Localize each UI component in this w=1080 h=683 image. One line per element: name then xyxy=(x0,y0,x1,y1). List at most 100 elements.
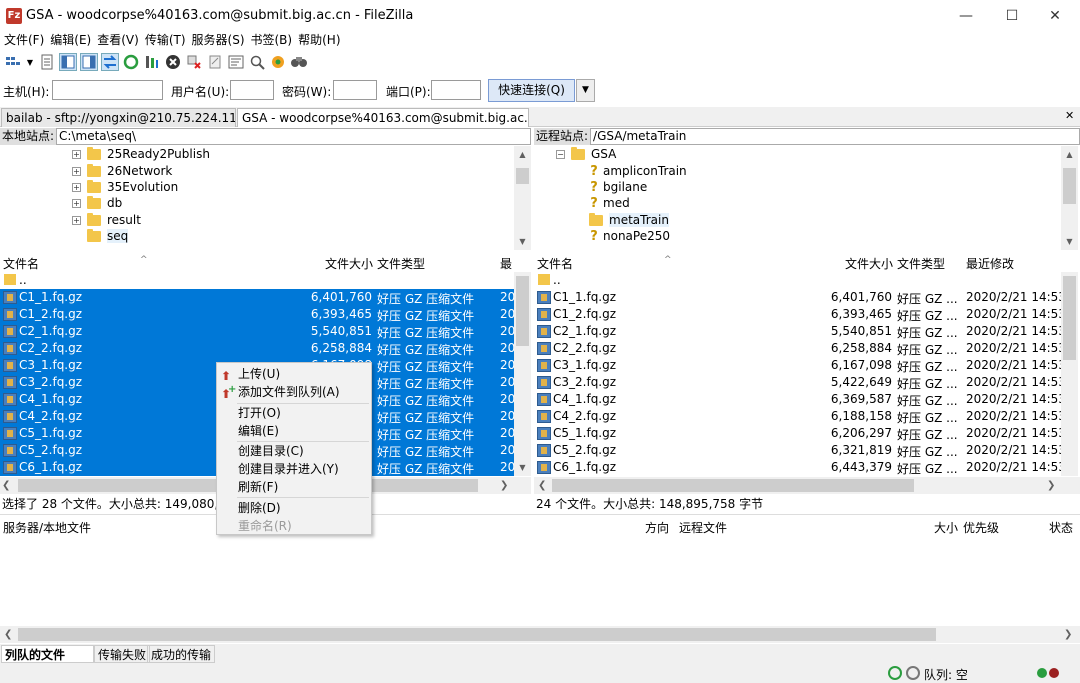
search-icon[interactable] xyxy=(290,53,308,71)
scroll-right-icon[interactable]: ❯ xyxy=(1064,626,1072,643)
table-row[interactable]: C2_2.fq.gz 6,258,884 好压 GZ 压缩文件 20 xyxy=(0,340,515,357)
password-input[interactable] xyxy=(333,80,377,100)
scroll-down-icon[interactable]: ▼ xyxy=(514,459,531,476)
col-filesize[interactable]: 文件大小 xyxy=(325,255,373,272)
disconnect-icon[interactable] xyxy=(185,53,203,71)
col-filename[interactable]: 文件名 xyxy=(3,255,39,272)
scroll-down-icon[interactable]: ▼ xyxy=(514,233,531,250)
menu-item-refresh[interactable]: 刷新(F) xyxy=(217,478,371,496)
local-path-input[interactable]: C:\meta\seq\ xyxy=(56,128,531,145)
expand-icon[interactable]: + xyxy=(72,149,81,159)
scrollbar-thumb[interactable] xyxy=(552,479,914,492)
remote-list-hscrollbar[interactable]: ❮ ❯ xyxy=(534,477,1080,494)
tab-gsa[interactable]: GSA - woodcorpse%40163.com@submit.big.ac… xyxy=(237,108,529,127)
quickconnect-button[interactable]: 快速连接(Q) xyxy=(488,79,575,102)
local-list-scrollbar[interactable]: ▼ xyxy=(514,272,531,476)
col-modified[interactable]: 最 xyxy=(500,255,512,272)
menu-item-delete[interactable]: 删除(D) xyxy=(217,499,371,517)
scroll-right-icon[interactable]: ❯ xyxy=(500,477,508,494)
tree-item[interactable]: +35Evolution xyxy=(72,179,178,195)
scrollbar-thumb[interactable] xyxy=(18,628,936,641)
col-server-local[interactable]: 服务器/本地文件 xyxy=(3,519,91,536)
table-row[interactable]: C1_2.fq.gz 6,393,465 好压 GZ ... 2020/2/21 14… xyxy=(534,306,1066,323)
menu-transfer[interactable]: 传输(T) xyxy=(144,32,187,50)
menu-item-create-dir[interactable]: 创建目录(C) xyxy=(217,442,371,460)
table-row[interactable]: C5_1.fq.gz 6,206,297 好压 GZ ... 2020/2/21 14… xyxy=(534,425,1066,442)
refresh-icon[interactable] xyxy=(122,53,140,71)
col-filetype[interactable]: 文件类型 xyxy=(897,255,945,272)
col-filename[interactable]: 文件名 xyxy=(537,255,573,272)
tree-item[interactable]: ? med xyxy=(587,195,629,211)
col-filesize[interactable]: 文件大小 xyxy=(845,255,893,272)
tree-item[interactable]: + db xyxy=(72,195,122,211)
table-row[interactable]: C4_2.fq.gz 6,188,158 好压 GZ ... 2020/2/21 14… xyxy=(534,408,1066,425)
col-direction[interactable]: 方向 xyxy=(645,519,669,536)
remote-tree-scrollbar[interactable]: ▲ ▼ xyxy=(1061,146,1078,250)
expand-icon[interactable]: + xyxy=(72,182,81,192)
table-row[interactable]: C1_1.fq.gz 6,401,760 好压 GZ 压缩文件 20 xyxy=(0,289,515,306)
close-button[interactable]: ✕ xyxy=(1032,0,1078,32)
tree-item-selected[interactable]: metaTrain xyxy=(589,212,669,228)
menu-edit[interactable]: 编辑(E) xyxy=(49,32,92,50)
menu-view[interactable]: 查看(V) xyxy=(96,32,140,50)
sync-browsing-icon[interactable] xyxy=(269,53,287,71)
menu-bookmarks[interactable]: 书签(B) xyxy=(250,32,294,50)
menu-item-upload[interactable]: ⬆ 上传(U) xyxy=(217,365,371,383)
tree-item[interactable]: +26Network xyxy=(72,163,172,179)
expand-icon[interactable]: + xyxy=(72,198,81,208)
tree-item-selected[interactable]: seq xyxy=(87,228,129,244)
table-row[interactable]: C1_2.fq.gz 6,393,465 好压 GZ 压缩文件 20 xyxy=(0,306,515,323)
tree-item[interactable]: +25Ready2Publish xyxy=(72,146,210,162)
compare-icon[interactable] xyxy=(248,53,266,71)
menu-file[interactable]: 文件(F) xyxy=(3,32,45,50)
tab-close-icon[interactable]: ✕ xyxy=(1065,109,1074,122)
menu-item-add-to-queue[interactable]: ⬆ + 添加文件到队列(A) xyxy=(217,383,371,401)
scroll-right-icon[interactable]: ❯ xyxy=(1047,477,1055,494)
remote-tree-icon[interactable] xyxy=(80,53,98,71)
list-item-parent[interactable]: .. xyxy=(534,272,1061,289)
tree-item[interactable]: ? ampliconTrain xyxy=(587,163,686,179)
quickconnect-dropdown[interactable]: ▼ xyxy=(576,79,595,102)
speed-limit-icon[interactable] xyxy=(906,666,920,680)
collapse-icon[interactable]: − xyxy=(556,149,565,159)
menu-server[interactable]: 服务器(S) xyxy=(191,32,246,50)
col-filetype[interactable]: 文件类型 xyxy=(377,255,425,272)
col-size[interactable]: 大小 xyxy=(934,519,958,536)
tree-item[interactable]: ? nonaPe250 xyxy=(587,228,670,244)
list-item-parent[interactable]: .. xyxy=(0,272,514,289)
directory-listing-filter-icon[interactable] xyxy=(227,53,245,71)
process-queue-icon[interactable] xyxy=(143,53,161,71)
scrollbar-thumb[interactable] xyxy=(1063,168,1076,204)
user-input[interactable] xyxy=(230,80,274,100)
scroll-down-icon[interactable]: ▼ xyxy=(1061,233,1078,250)
queue-list[interactable] xyxy=(0,536,1080,626)
table-row[interactable]: C2_2.fq.gz 6,258,884 好压 GZ ... 2020/2/21 14… xyxy=(534,340,1066,357)
transfer-queue-icon[interactable] xyxy=(101,53,119,71)
table-row[interactable]: C6_1.fq.gz 6,443,379 好压 GZ ... 2020/2/21 14… xyxy=(534,459,1066,476)
menu-item-open[interactable]: 打开(O) xyxy=(217,404,371,422)
col-remote-file[interactable]: 远程文件 xyxy=(679,519,727,536)
local-tree-icon[interactable] xyxy=(59,53,77,71)
queue-hscrollbar[interactable]: ❮ ❯ xyxy=(0,626,1080,643)
col-priority[interactable]: 优先级 xyxy=(963,519,999,536)
cancel-icon[interactable] xyxy=(164,53,182,71)
menu-item-edit[interactable]: 编辑(E) xyxy=(217,422,371,440)
port-input[interactable] xyxy=(431,80,481,100)
maximize-button[interactable]: ☐ xyxy=(989,0,1035,32)
gear-icon[interactable] xyxy=(888,666,902,680)
menu-help[interactable]: 帮助(H) xyxy=(297,32,341,50)
remote-path-input[interactable]: /GSA/metaTrain xyxy=(590,128,1080,145)
scroll-left-icon[interactable]: ❮ xyxy=(538,477,546,494)
tab-queued-files[interactable]: 列队的文件 xyxy=(1,645,94,663)
scrollbar-thumb[interactable] xyxy=(516,276,529,346)
message-log-icon[interactable] xyxy=(38,53,56,71)
table-row[interactable]: C3_2.fq.gz 5,422,649 好压 GZ ... 2020/2/21 14… xyxy=(534,374,1066,391)
tree-item[interactable]: − GSA xyxy=(556,146,616,162)
menu-item-create-dir-enter[interactable]: 创建目录并进入(Y) xyxy=(217,460,371,478)
col-modified[interactable]: 最近修改 xyxy=(966,255,1014,272)
scroll-left-icon[interactable]: ❮ xyxy=(2,477,10,494)
col-status[interactable]: 状态 xyxy=(1049,519,1073,536)
scroll-left-icon[interactable]: ❮ xyxy=(4,626,12,643)
table-row[interactable]: C2_1.fq.gz 5,540,851 好压 GZ 压缩文件 20 xyxy=(0,323,515,340)
table-row[interactable]: C1_1.fq.gz 6,401,760 好压 GZ ... 2020/2/21 14… xyxy=(534,289,1066,306)
